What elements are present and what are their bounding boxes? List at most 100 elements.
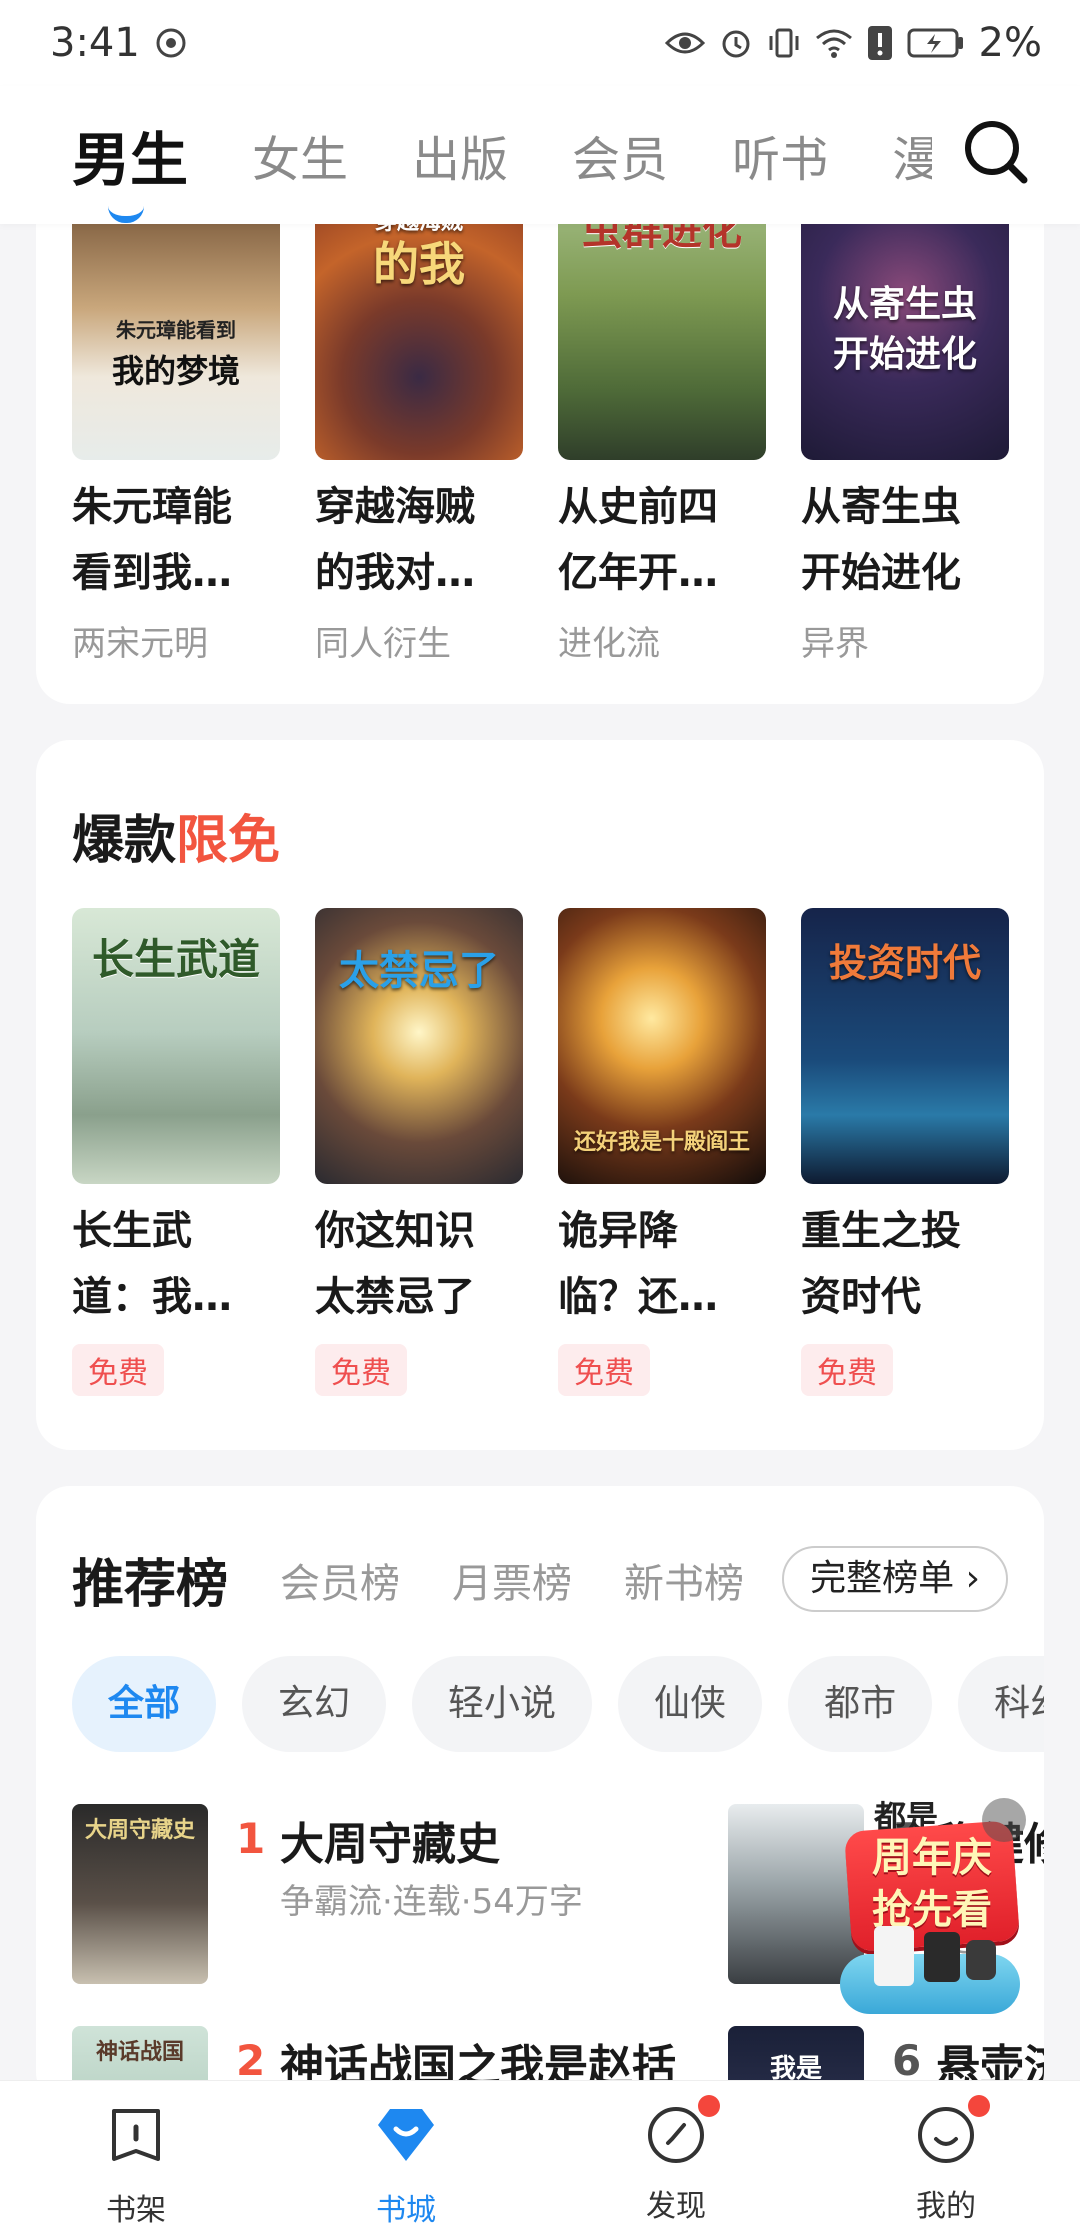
- bookstore-icon: [378, 2109, 434, 2161]
- channel-tabs: 男生 女生 出版 会员 听书 漫画: [72, 86, 932, 224]
- cover-title: 我的梦境: [111, 352, 240, 390]
- book-cover: 还好我是十殿阎王: [558, 908, 766, 1184]
- tab-comics[interactable]: 漫画: [892, 120, 932, 190]
- battery-percent: 2%: [978, 20, 1042, 66]
- rank-item[interactable]: 大周守藏史 1 大周守藏史 争霸流·连载·54万字: [72, 1804, 672, 1984]
- free-badge: 免费: [315, 1344, 407, 1396]
- free-badge: 免费: [558, 1344, 650, 1396]
- cover-title: 投资时代: [828, 941, 981, 985]
- promo-text: 周年庆 抢先看: [872, 1835, 992, 1933]
- book-cover: 投资时代: [801, 908, 1009, 1184]
- nav-label: 我的: [916, 2189, 976, 2224]
- tab-female[interactable]: 女生: [252, 120, 348, 190]
- search-icon[interactable]: [962, 118, 1028, 184]
- tab-publish[interactable]: 出版: [412, 120, 508, 190]
- nav-profile[interactable]: 我的: [876, 2095, 1016, 2225]
- cover-title: 还好我是十殿阎王: [573, 1130, 750, 1155]
- nav-bookshelf[interactable]: 书架: [66, 2103, 206, 2229]
- book-genre: 异界: [801, 624, 869, 664]
- battery-icon: [907, 28, 963, 58]
- chip-light-novel[interactable]: 轻小说: [412, 1656, 593, 1752]
- discover-icon-wrap: [644, 2095, 720, 2167]
- nav-discover[interactable]: 发现: [606, 2095, 746, 2225]
- tab-member[interactable]: 会员: [572, 120, 668, 190]
- chip-urban[interactable]: 都市: [788, 1656, 933, 1752]
- tab-male[interactable]: 男生: [72, 113, 188, 223]
- tab-audiobook[interactable]: 听书: [732, 120, 828, 190]
- app-root: 3:41 2% 男生 女生 出版 会员 听书 漫画: [0, 0, 1080, 2240]
- book-title: 重生之投 资时代: [801, 1208, 961, 1320]
- top-nav: 男生 女生 出版 会员 听书 漫画: [0, 86, 1080, 224]
- chip-xianxia[interactable]: 仙侠: [618, 1656, 763, 1752]
- ranking-tabs: 推荐榜 会员榜 月票榜 新书榜: [72, 1542, 796, 1617]
- book-cover: 穿越海贼 的我: [315, 184, 523, 460]
- book-genre: 两宋元明: [72, 624, 208, 664]
- compass-icon: [648, 2107, 704, 2163]
- nav-label: 书城: [376, 2193, 436, 2228]
- book-card[interactable]: 太禁忌了 你这知识 太禁忌了 免费: [315, 908, 523, 1396]
- nav-bookstore[interactable]: 书城: [336, 2103, 476, 2229]
- cover-title: 长生武道: [91, 935, 260, 984]
- chip-fantasy[interactable]: 玄幻: [242, 1656, 387, 1752]
- book-card[interactable]: 还好我是十殿阎王 诡异降 临？还… 免费: [558, 908, 766, 1396]
- book-title: 你这知识 太禁忌了: [315, 1208, 475, 1320]
- vibrate-icon: [769, 28, 799, 58]
- nav-label: 书架: [106, 2193, 166, 2228]
- book-card[interactable]: 长生武道 长生武 道：我… 免费: [72, 908, 280, 1396]
- hotspot-icon: [156, 28, 186, 58]
- notification-dot: [968, 2095, 990, 2117]
- book-title: 从史前四 亿年开…: [558, 484, 718, 596]
- book-genre: 进化流: [558, 624, 660, 664]
- full-ranking-button[interactable]: 完整榜单 ›: [782, 1546, 1008, 1612]
- book-cover: 太禁忌了: [315, 908, 523, 1184]
- cover-title: 从寄生虫开始进化: [832, 284, 977, 375]
- book-card[interactable]: 朱元璋能看到 我的梦境 朱元璋能 看到我… 两宋元明: [72, 184, 280, 665]
- free-badge: 免费: [72, 1344, 164, 1396]
- eye-icon: [664, 32, 705, 54]
- cover-title: 太禁忌了: [339, 948, 499, 994]
- status-bar: 3:41 2%: [0, 0, 1080, 86]
- book-title: 朱元璋能 看到我…: [72, 484, 232, 596]
- rank-meta: 争霸流·连载·54万字: [280, 1882, 583, 1922]
- tab-monthly-rank[interactable]: 月票榜: [452, 1551, 572, 1609]
- close-promo-icon[interactable]: [982, 1798, 1026, 1842]
- book-title: 诡异降 临？还…: [558, 1208, 718, 1320]
- rank-number: 2: [236, 2036, 266, 2085]
- rank-number: 1: [236, 1814, 266, 1863]
- profile-icon-wrap: [914, 2095, 990, 2167]
- free-section-card: 爆款限免 长生武道 长生武 道：我… 免费 太禁忌了 你这知识 太禁忌了 免费 还好…: [36, 740, 1044, 1450]
- alarm-icon: [722, 30, 750, 58]
- book-title: 从寄生虫 开始进化: [801, 484, 961, 596]
- alert-icon: [867, 26, 892, 60]
- category-chips: 全部玄幻轻小说仙侠都市科幻: [72, 1656, 1044, 1752]
- bookshelf-icon: [112, 2109, 160, 2161]
- rank-number: 6: [892, 2036, 922, 2085]
- cover-subtitle: 朱元璋能看到: [116, 318, 236, 342]
- book-card[interactable]: 穿越海贼 的我 穿越海贼的我对… 同人衍生: [315, 184, 523, 665]
- cover-title: 的我: [373, 237, 465, 291]
- book-card[interactable]: 投资时代 重生之投 资时代 免费: [801, 908, 1009, 1396]
- recommend-card: 朱元璋能看到 我的梦境 朱元璋能看到我… 两宋元明 穿越海贼 的我 穿越海贼的我…: [36, 184, 1044, 704]
- book-cover: 虫群进化: [558, 184, 766, 460]
- status-time: 3:41: [50, 20, 140, 66]
- free-badge: 免费: [801, 1344, 893, 1396]
- chip-all[interactable]: 全部: [72, 1656, 217, 1752]
- book-cover: 从寄生虫开始进化: [801, 184, 1009, 460]
- wifi-icon: [815, 29, 852, 58]
- tab-member-rank[interactable]: 会员榜: [280, 1551, 400, 1609]
- book-cover: 朱元璋能看到 我的梦境: [72, 184, 280, 460]
- cover-title: 大周守藏史: [84, 1818, 195, 1843]
- rank-cover: 大周守藏史: [72, 1804, 208, 1984]
- smile-icon: [918, 2107, 974, 2163]
- book-title: 穿越海贼 的我对…: [315, 484, 475, 596]
- nav-label: 发现: [646, 2189, 706, 2224]
- book-card[interactable]: 从寄生虫开始进化 从寄生虫 开始进化 异界: [801, 184, 1009, 665]
- tab-newbook-rank[interactable]: 新书榜: [624, 1551, 744, 1609]
- rank-title: 大周守藏史: [280, 1819, 500, 1870]
- tab-recommend-rank[interactable]: 推荐榜: [72, 1542, 228, 1617]
- chip-scifi[interactable]: 科幻: [958, 1656, 1044, 1752]
- anniversary-promo-banner[interactable]: 都是 周年庆 抢先看: [834, 1796, 1030, 2022]
- section-title: 爆款限免: [72, 811, 281, 871]
- book-genre: 同人衍生: [315, 624, 451, 664]
- book-card[interactable]: 虫群进化 从史前四 亿年开… 进化流: [558, 184, 766, 665]
